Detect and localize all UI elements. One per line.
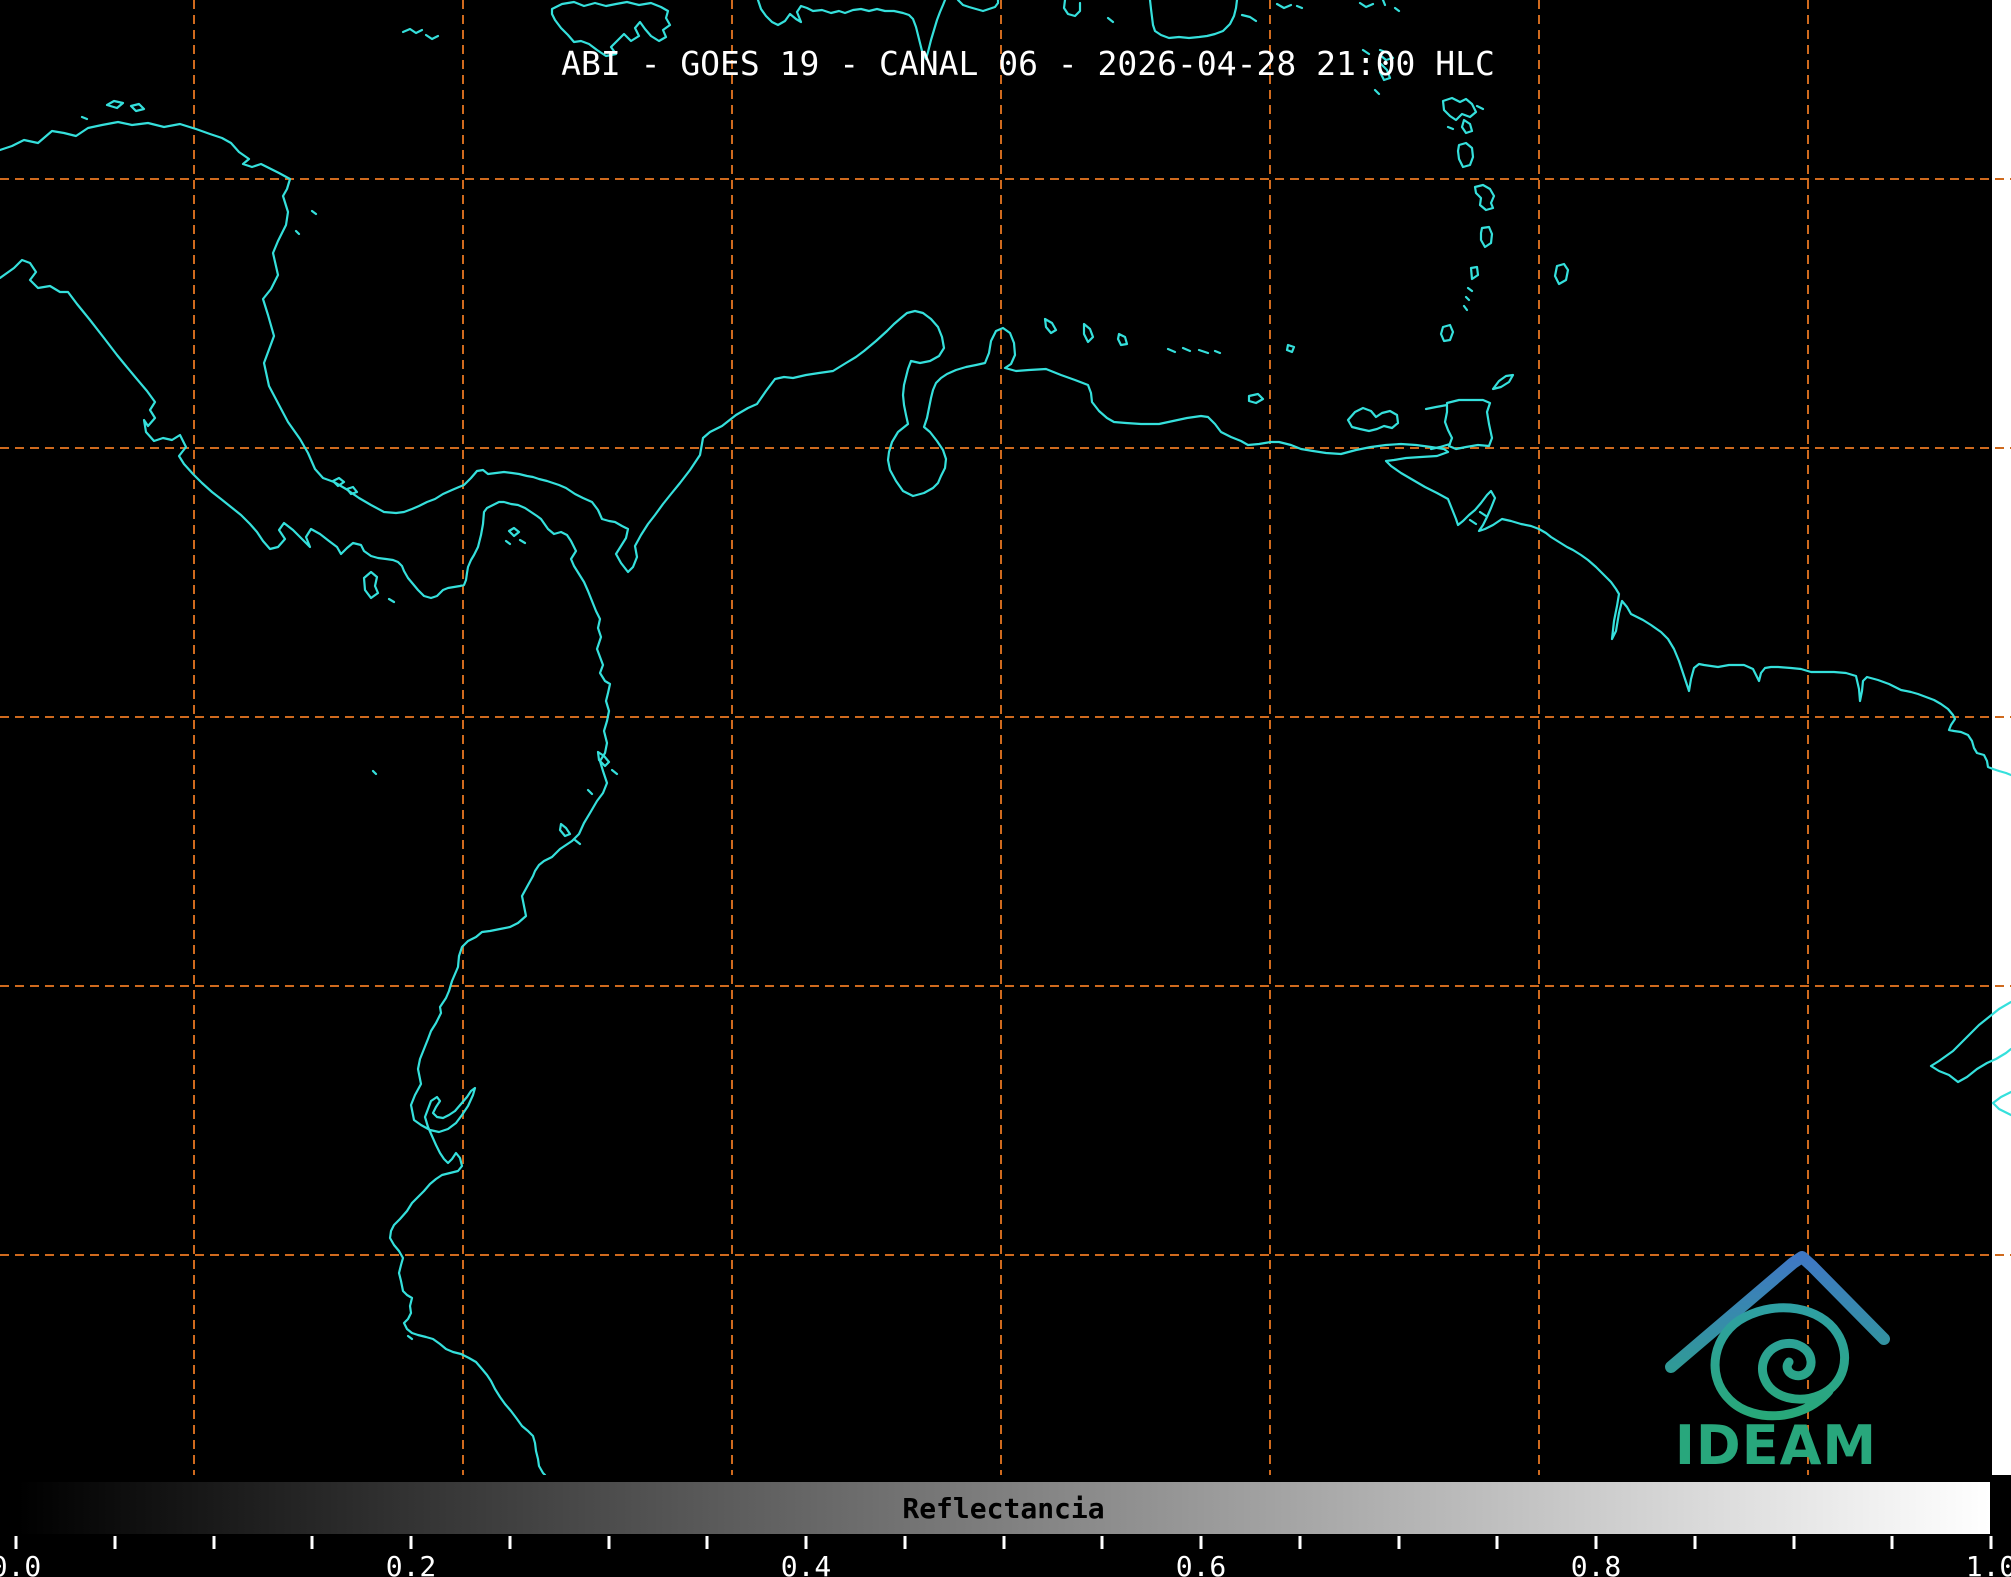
tick-mark — [1792, 1536, 1795, 1549]
tick-mark — [1100, 1536, 1104, 1549]
logo-wordmark: IDEAM — [1675, 1414, 1877, 1475]
tick-mark — [1397, 1536, 1400, 1549]
tick-mark — [705, 1536, 709, 1549]
tick-mark — [409, 1536, 413, 1549]
colorbar-ticks — [14, 1536, 1993, 1549]
satellite-image: IDEAM — [0, 0, 2011, 1475]
tick-mark — [804, 1536, 808, 1549]
satellite-background — [0, 0, 2011, 1475]
space-edge-band — [1992, 0, 2011, 1475]
tick-mark — [310, 1536, 314, 1549]
tick-mark — [903, 1536, 907, 1549]
tick-mark — [1199, 1536, 1203, 1549]
tick-label: 0.4 — [780, 1550, 832, 1577]
tick-mark — [607, 1536, 610, 1549]
tick-mark — [1693, 1536, 1697, 1549]
map-viewport: IDEAM ABI - GOES 19 - CANAL 06 - 2026-04… — [0, 0, 2011, 1577]
tick-label: 0.2 — [385, 1550, 437, 1577]
tick-label: 0.8 — [1570, 1550, 1622, 1577]
tick-mark — [1298, 1536, 1302, 1549]
tick-mark — [1890, 1536, 1894, 1549]
tick-mark — [1594, 1536, 1598, 1549]
tick-mark — [212, 1536, 215, 1549]
colorbar-label: Reflectancia — [902, 1491, 1105, 1525]
tick-mark — [113, 1536, 117, 1549]
map-title: ABI - GOES 19 - CANAL 06 - 2026-04-28 21… — [561, 44, 1495, 83]
tick-label: 0.6 — [1175, 1550, 1227, 1577]
tick-mark — [1495, 1536, 1499, 1549]
tick-mark — [1002, 1536, 1005, 1549]
tick-label: 1.0 — [1965, 1550, 2011, 1577]
tick-label: 0.0 — [0, 1550, 42, 1577]
colorbar-tick-labels: 0.0 0.2 0.4 0.6 0.8 1.0 — [0, 1550, 2011, 1577]
tick-mark — [1989, 1536, 1993, 1549]
tick-mark — [14, 1536, 18, 1549]
colorbar: Reflectancia — [16, 1481, 1991, 1535]
tick-mark — [508, 1536, 512, 1549]
